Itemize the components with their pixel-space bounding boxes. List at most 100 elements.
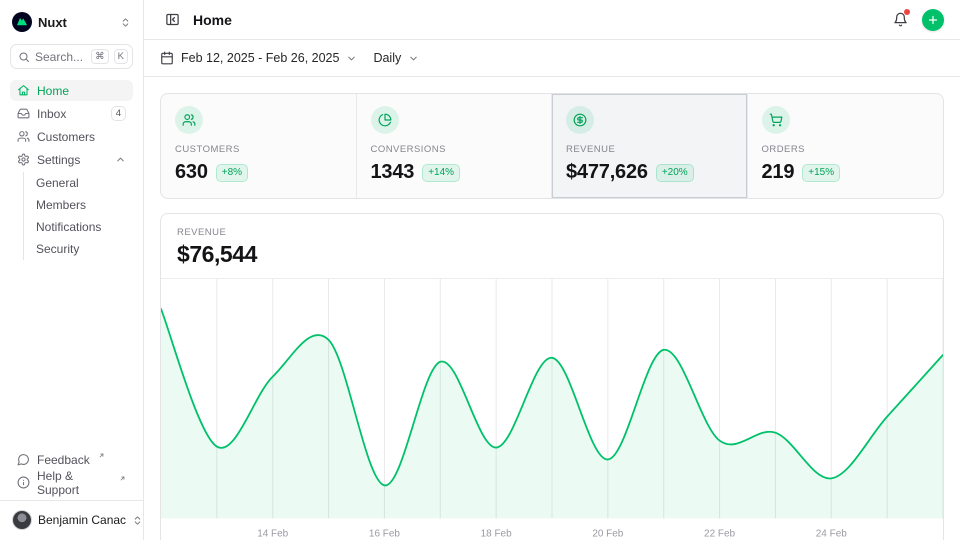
chat-bubble-icon	[17, 453, 30, 466]
footer-link-label: Help & Support	[37, 469, 111, 497]
page-title: Home	[193, 12, 232, 28]
stat-value: 630	[175, 161, 208, 184]
user-menu[interactable]: Benjamin Canac	[10, 508, 133, 532]
workspace-name: Nuxt	[38, 15, 67, 30]
chart-header: REVENUE $76,544	[161, 214, 943, 279]
sidebar-item-label: Customers	[37, 130, 95, 144]
sidebar-item-home[interactable]: Home	[10, 80, 133, 101]
panel-left-icon	[165, 12, 180, 27]
users-icon	[17, 130, 30, 143]
chevron-down-icon	[408, 53, 419, 64]
inbox-count-badge: 4	[111, 106, 126, 121]
topbar-actions	[888, 8, 944, 32]
kbd-cmd: ⌘	[91, 49, 109, 64]
workspace-selector[interactable]: Nuxt	[10, 10, 133, 44]
notifications-button[interactable]	[888, 8, 912, 32]
gear-icon	[17, 153, 30, 166]
search-icon	[18, 51, 30, 63]
footer-link-label: Feedback	[37, 453, 90, 467]
stat-card-customers[interactable]: CUSTOMERS 630 +8%	[161, 94, 357, 198]
stat-change-badge: +8%	[216, 164, 248, 182]
top-bar: Home	[144, 0, 960, 40]
calendar-icon	[160, 51, 174, 65]
sidebar-footer: Feedback Help & Support Benjamin Canac	[10, 449, 133, 532]
svg-text:14 Feb: 14 Feb	[257, 528, 288, 539]
sidebar-item-label: Home	[37, 84, 69, 98]
stat-change-badge: +15%	[802, 164, 840, 182]
settings-subnav: General Members Notifications Security	[23, 172, 133, 260]
stat-label: REVENUE	[566, 144, 733, 155]
sidebar-item-members[interactable]: Members	[36, 194, 133, 216]
svg-text:16 Feb: 16 Feb	[369, 528, 400, 539]
date-range-picker[interactable]: Feb 12, 2025 - Feb 26, 2025	[160, 51, 357, 65]
svg-text:20 Feb: 20 Feb	[592, 528, 623, 539]
pie-chart-icon	[371, 106, 399, 134]
subnav-label: Security	[36, 242, 79, 256]
svg-text:22 Feb: 22 Feb	[704, 528, 735, 539]
chart-metric-label: REVENUE	[177, 227, 927, 238]
new-item-button[interactable]	[922, 9, 944, 31]
date-range-value: Feb 12, 2025 - Feb 26, 2025	[181, 51, 339, 65]
stat-label: ORDERS	[762, 144, 930, 155]
kbd-k: K	[114, 49, 128, 64]
sidebar-item-settings[interactable]: Settings	[10, 149, 133, 170]
feedback-link[interactable]: Feedback	[10, 449, 133, 470]
info-circle-icon	[17, 476, 30, 489]
sidebar-item-inbox[interactable]: Inbox 4	[10, 103, 133, 124]
external-link-icon	[98, 452, 105, 459]
sidebar-item-security[interactable]: Security	[36, 238, 133, 260]
user-name: Benjamin Canac	[38, 513, 126, 527]
sidebar-nav: Home Inbox 4 Customers Settings General	[10, 80, 133, 262]
chevron-up-icon	[115, 154, 126, 165]
app-window: Nuxt ⌘ K Home Inbox 4 Customers	[0, 0, 960, 540]
users-icon	[175, 106, 203, 134]
period-select[interactable]: Daily	[373, 51, 419, 65]
avatar	[12, 510, 32, 530]
sidebar-item-label: Settings	[37, 153, 80, 167]
main-area: Home Feb 12, 2025 - Feb 26, 2025 Daily	[144, 0, 960, 540]
filter-toolbar: Feb 12, 2025 - Feb 26, 2025 Daily	[144, 40, 960, 77]
page-content: CUSTOMERS 630 +8% CONVERSIONS 1343 +14%	[144, 77, 960, 540]
subnav-label: Notifications	[36, 220, 101, 234]
inbox-icon	[17, 107, 30, 120]
period-value: Daily	[373, 51, 401, 65]
revenue-chart-card: REVENUE $76,544 14 Feb 16 Feb 18 Feb 20 Feb…	[160, 213, 944, 540]
chart-metric-value: $76,544	[177, 241, 927, 268]
stat-value: $477,626	[566, 161, 648, 184]
home-icon	[17, 84, 30, 97]
chevron-down-icon	[346, 53, 357, 64]
circle-dollar-icon	[566, 106, 594, 134]
stat-value: 1343	[371, 161, 415, 184]
stats-row: CUSTOMERS 630 +8% CONVERSIONS 1343 +14%	[160, 93, 944, 199]
search-input-wrap: ⌘ K	[10, 44, 133, 69]
sidebar-item-label: Inbox	[37, 107, 66, 121]
search-input[interactable]	[35, 50, 86, 64]
shopping-cart-icon	[762, 106, 790, 134]
help-support-link[interactable]: Help & Support	[10, 472, 133, 493]
stat-card-conversions[interactable]: CONVERSIONS 1343 +14%	[357, 94, 553, 198]
sidebar-item-notifications[interactable]: Notifications	[36, 216, 133, 238]
subnav-label: General	[36, 176, 79, 190]
stat-change-badge: +20%	[656, 164, 694, 182]
stat-value: 219	[762, 161, 795, 184]
stat-card-revenue[interactable]: REVENUE $477,626 +20%	[552, 94, 748, 198]
subnav-label: Members	[36, 198, 86, 212]
chevron-up-down-icon	[132, 515, 143, 526]
stat-change-badge: +14%	[422, 164, 460, 182]
revenue-area-chart[interactable]: 14 Feb 16 Feb 18 Feb 20 Feb 22 Feb 24 Feb	[161, 279, 943, 540]
external-link-icon	[119, 475, 126, 482]
nuxt-logo-icon	[12, 12, 32, 32]
plus-icon	[927, 14, 939, 26]
sidebar-item-customers[interactable]: Customers	[10, 126, 133, 147]
notification-dot	[904, 9, 910, 15]
divider	[0, 500, 143, 501]
stat-card-orders[interactable]: ORDERS 219 +15%	[748, 94, 944, 198]
stat-label: CONVERSIONS	[371, 144, 538, 155]
collapse-sidebar-button[interactable]	[160, 8, 184, 32]
sidebar: Nuxt ⌘ K Home Inbox 4 Customers	[0, 0, 144, 540]
chevron-up-down-icon	[120, 17, 131, 28]
svg-text:24 Feb: 24 Feb	[816, 528, 847, 539]
svg-text:18 Feb: 18 Feb	[481, 528, 512, 539]
stat-label: CUSTOMERS	[175, 144, 342, 155]
sidebar-item-general[interactable]: General	[36, 172, 133, 194]
